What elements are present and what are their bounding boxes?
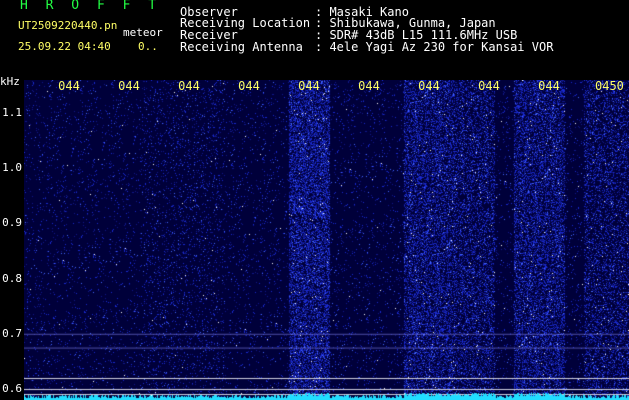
x-tick-label: 044 xyxy=(178,79,200,93)
x-tick-label: 0450 xyxy=(595,79,624,93)
x-tick-label: 044 xyxy=(538,79,560,93)
y-tick-label: 1.0 xyxy=(2,161,22,175)
antenna-value: : 4ele Yagi Az 230 for Kansai VOR xyxy=(315,40,554,54)
y-tick-label: 1.1 xyxy=(2,106,22,120)
y-tick-label: 0.6 xyxy=(2,381,22,395)
y-axis-unit: kHz xyxy=(0,75,20,88)
y-tick-label: 0.9 xyxy=(2,216,22,230)
y-tick-label: 0.8 xyxy=(2,271,22,285)
x-tick-label: 044 xyxy=(478,79,500,93)
spectrogram-plot xyxy=(24,80,629,400)
x-tick-label: 044 xyxy=(58,79,80,93)
antenna-label: Receiving Antenna xyxy=(180,40,303,54)
app-name: H R O F F T xyxy=(20,0,162,13)
y-tick-label: 0.7 xyxy=(2,326,22,340)
date-time: 25.09.22 04:40 xyxy=(18,40,111,53)
count-value: 0.. xyxy=(138,40,158,53)
file-name: UT2509220440.pn xyxy=(18,19,118,32)
x-tick-label: 044 xyxy=(118,79,140,93)
x-tick-label: 044 xyxy=(418,79,440,93)
x-tick-label: 044 xyxy=(298,79,320,93)
x-tick-label: 044 xyxy=(358,79,380,93)
info-header: H R O F F T UT2509220440.pn meteor 25.09… xyxy=(0,0,629,80)
meteor-label: meteor xyxy=(123,26,163,39)
x-tick-label: 044 xyxy=(238,79,260,93)
spectrogram-canvas xyxy=(24,80,629,400)
